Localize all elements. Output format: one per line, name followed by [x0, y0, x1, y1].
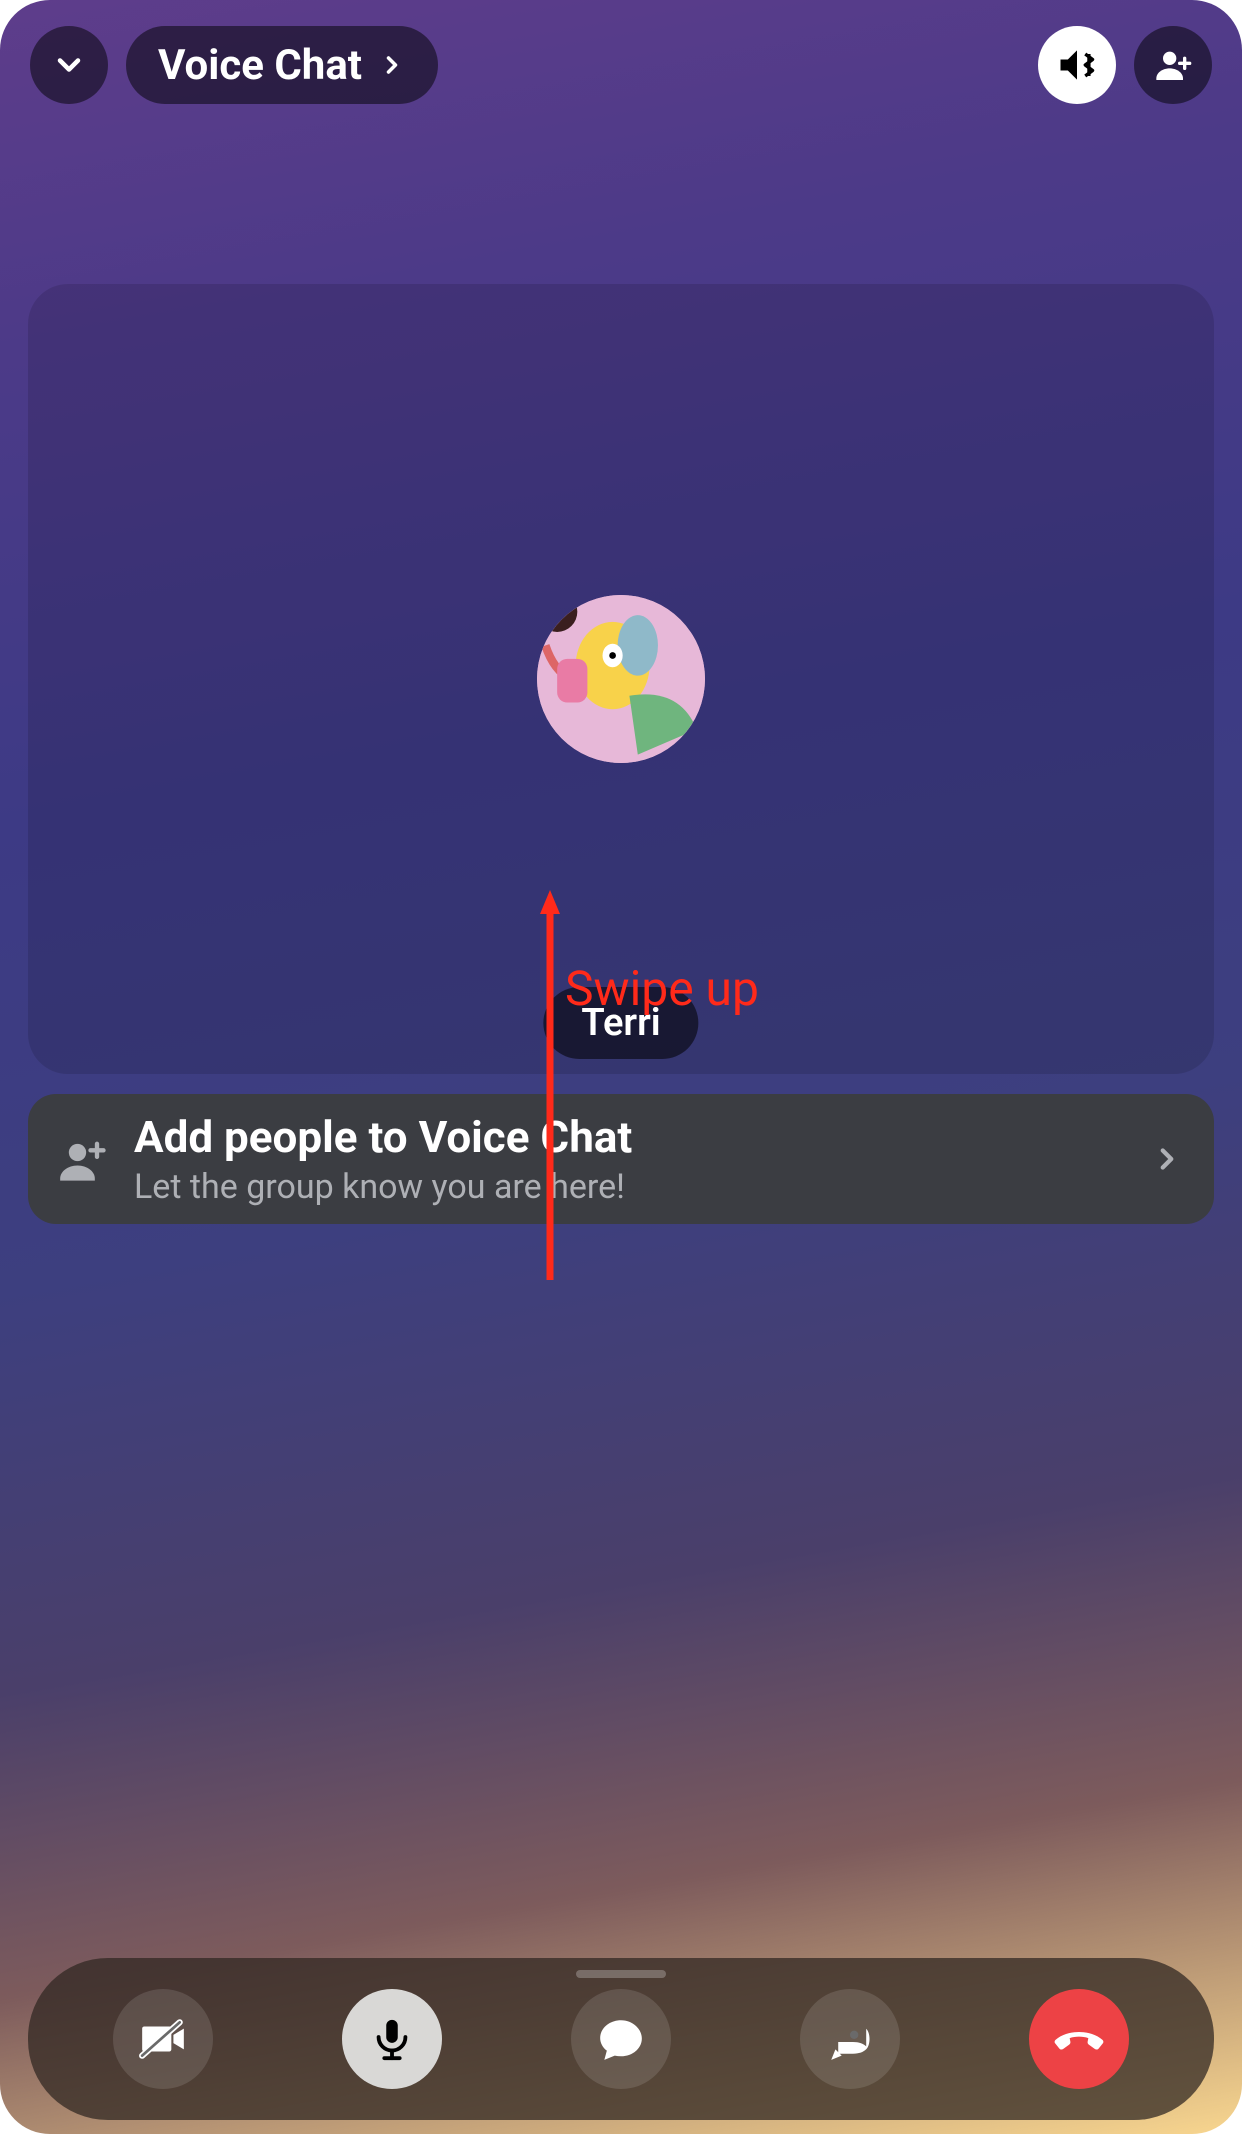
annotation-arrow	[540, 890, 560, 1280]
channel-name-label: Voice Chat	[158, 41, 362, 90]
invite-subtitle: Let the group know you are here!	[134, 1167, 1150, 1207]
person-add-icon	[58, 1133, 110, 1185]
channel-name-button[interactable]: Voice Chat	[126, 26, 438, 104]
add-user-button[interactable]	[1134, 26, 1212, 104]
camera-toggle-button[interactable]	[113, 1989, 213, 2089]
chat-bubble-icon	[596, 2014, 646, 2064]
person-add-icon	[1153, 45, 1193, 85]
audio-output-button[interactable]	[1038, 26, 1116, 104]
chevron-right-icon	[1150, 1142, 1184, 1176]
rocket-icon	[825, 2014, 875, 2064]
chevron-down-icon	[51, 47, 87, 83]
call-controls-bar	[28, 1958, 1214, 2120]
invite-texts: Add people to Voice Chat Let the group k…	[134, 1111, 1150, 1207]
drag-handle[interactable]	[576, 1970, 666, 1978]
activities-button[interactable]	[800, 1989, 900, 2089]
minimize-button[interactable]	[30, 26, 108, 104]
avatar-image	[537, 595, 705, 763]
header-actions	[1038, 26, 1212, 104]
camera-off-icon	[138, 2014, 188, 2064]
invite-title: Add people to Voice Chat	[134, 1111, 1150, 1163]
header-bar: Voice Chat	[0, 15, 1242, 115]
participant-tile[interactable]: Terri	[28, 284, 1214, 1074]
annotation-label: Swipe up	[565, 960, 759, 1017]
invite-banner[interactable]: Add people to Voice Chat Let the group k…	[28, 1094, 1214, 1224]
mic-toggle-button[interactable]	[342, 1989, 442, 2089]
avatar	[537, 595, 705, 763]
hangup-icon	[1051, 2011, 1107, 2067]
voice-call-screen: Voice Chat	[0, 0, 1242, 2134]
microphone-icon	[369, 2016, 415, 2062]
chevron-right-icon	[378, 51, 406, 79]
end-call-button[interactable]	[1029, 1989, 1129, 2089]
chat-button[interactable]	[571, 1989, 671, 2089]
speaker-bluetooth-icon	[1055, 43, 1099, 87]
